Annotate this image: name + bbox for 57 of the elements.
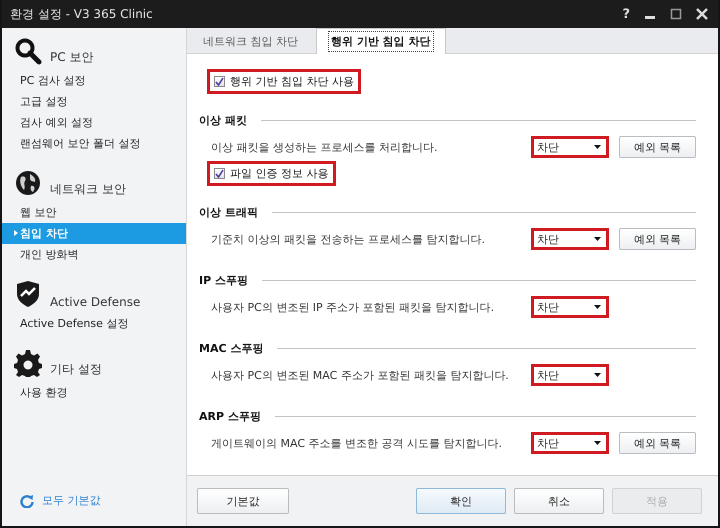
section-title: IP 스푸핑: [199, 272, 248, 288]
setting-description: 게이트웨이의 MAC 주소를 변조한 공격 시도를 탐지합니다.: [211, 436, 503, 450]
tab[interactable]: 행위 기반 침입 차단: [316, 28, 446, 54]
section-title: ARP 스푸핑: [199, 408, 261, 424]
tab[interactable]: 네트워크 침입 차단: [189, 29, 312, 53]
check-icon: [215, 76, 224, 86]
footer-button[interactable]: 기본값: [197, 488, 289, 514]
sidebar-item[interactable]: 웹 보안: [2, 202, 186, 223]
sidebar-item[interactable]: Active Defense 설정: [2, 313, 186, 334]
exception-list-button[interactable]: 예외 목록: [619, 432, 696, 454]
setting-description: 기준치 이상의 패킷을 전송하는 프로세스를 탐지합니다.: [211, 232, 486, 246]
sidebar-item[interactable]: PC 검사 설정: [2, 70, 186, 91]
group-title: 네트워크 보안: [50, 181, 126, 198]
sidebar-item[interactable]: 사용 환경: [2, 382, 186, 403]
help-button[interactable]: ?: [622, 6, 630, 22]
dropdown[interactable]: 차단: [531, 296, 609, 318]
caret-down-icon: [594, 237, 601, 241]
close-icon[interactable]: [696, 8, 708, 20]
checkbox-label: 파일 인증 정보 사용: [230, 166, 328, 180]
refresh-icon: [20, 494, 34, 508]
setting-description: 사용자 PC의 변조된 MAC 주소가 포함된 패킷을 탐지합니다.: [211, 368, 510, 382]
shield-check-icon: [14, 280, 42, 308]
section-title: 이상 패킷: [199, 112, 247, 128]
setting-description: 사용자 PC의 변조된 IP 주소가 포함된 패킷을 탐지합니다.: [211, 300, 496, 314]
gear-icon: [14, 349, 42, 377]
section-title: MAC 스푸핑: [199, 340, 264, 356]
checkbox[interactable]: [214, 168, 225, 178]
checkbox[interactable]: [214, 76, 225, 86]
maximize-icon[interactable]: [670, 8, 682, 20]
sidebar-item[interactable]: 고급 설정: [2, 91, 186, 112]
dropdown[interactable]: 차단: [531, 432, 609, 454]
caret-down-icon: [594, 373, 601, 377]
search-icon: [14, 37, 42, 65]
setting-description: 이상 패킷을 생성하는 프로세스를 처리합니다.: [211, 140, 438, 154]
sidebar-item[interactable]: 검사 예외 설정: [2, 112, 186, 133]
footer-button[interactable]: 확인: [416, 488, 506, 514]
dropdown[interactable]: 차단: [531, 364, 609, 386]
window-title: 환경 설정 - V3 365 Clinic: [10, 6, 154, 22]
check-icon: [215, 168, 224, 178]
caret-down-icon: [594, 441, 601, 445]
globe-icon: [14, 169, 42, 197]
dropdown[interactable]: 차단: [531, 136, 609, 158]
caret-down-icon: [594, 305, 601, 309]
group-title: PC 보안: [50, 49, 94, 66]
checkbox-label: 행위 기반 침입 차단 사용: [230, 74, 354, 88]
reset-all-link[interactable]: 모두 기본값: [2, 493, 186, 526]
exception-list-button[interactable]: 예외 목록: [619, 136, 696, 158]
sidebar-item[interactable]: 랜섬웨어 보안 폴더 설정: [2, 133, 186, 154]
section-title: 이상 트래픽: [199, 204, 258, 220]
exception-list-button[interactable]: 예외 목록: [619, 228, 696, 250]
group-title: 기타 설정: [50, 361, 102, 378]
caret-icon: [14, 230, 18, 236]
caret-down-icon: [594, 145, 601, 149]
dropdown[interactable]: 차단: [531, 228, 609, 250]
sidebar-item[interactable]: 개인 방화벽: [2, 244, 186, 265]
footer-button[interactable]: 취소: [514, 488, 604, 514]
group-title: Active Defense: [50, 295, 140, 310]
